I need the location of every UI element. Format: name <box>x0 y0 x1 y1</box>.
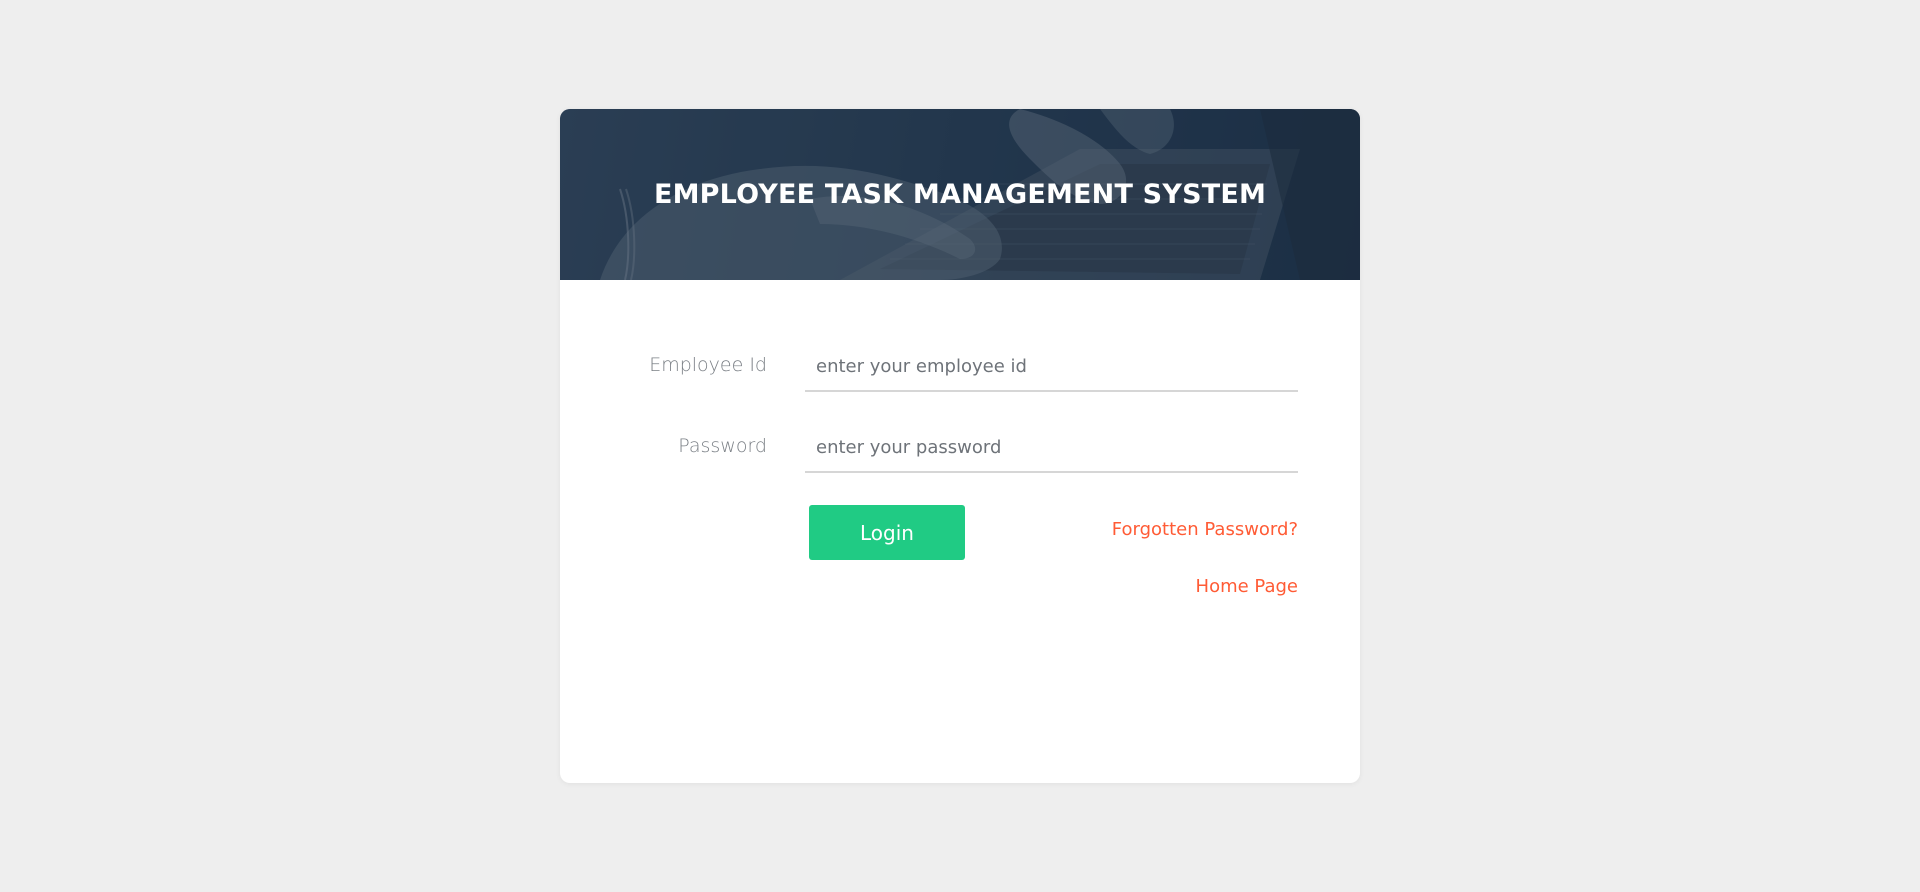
home-page-link[interactable]: Home Page <box>1196 576 1298 597</box>
employee-id-row: Employee Id <box>560 343 1360 393</box>
employee-id-label: Employee Id <box>649 354 767 376</box>
header-banner: EMPLOYEE TASK MANAGEMENT SYSTEM <box>560 109 1360 280</box>
forgot-password-link[interactable]: Forgotten Password? <box>1112 519 1298 540</box>
password-row: Password <box>560 424 1360 474</box>
page-title: EMPLOYEE TASK MANAGEMENT SYSTEM <box>653 179 1267 210</box>
employee-id-input[interactable] <box>805 343 1298 392</box>
login-card: EMPLOYEE TASK MANAGEMENT SYSTEM Employee… <box>560 109 1360 783</box>
password-input[interactable] <box>805 424 1298 473</box>
password-label: Password <box>678 435 767 457</box>
login-button[interactable]: Login <box>809 505 965 560</box>
